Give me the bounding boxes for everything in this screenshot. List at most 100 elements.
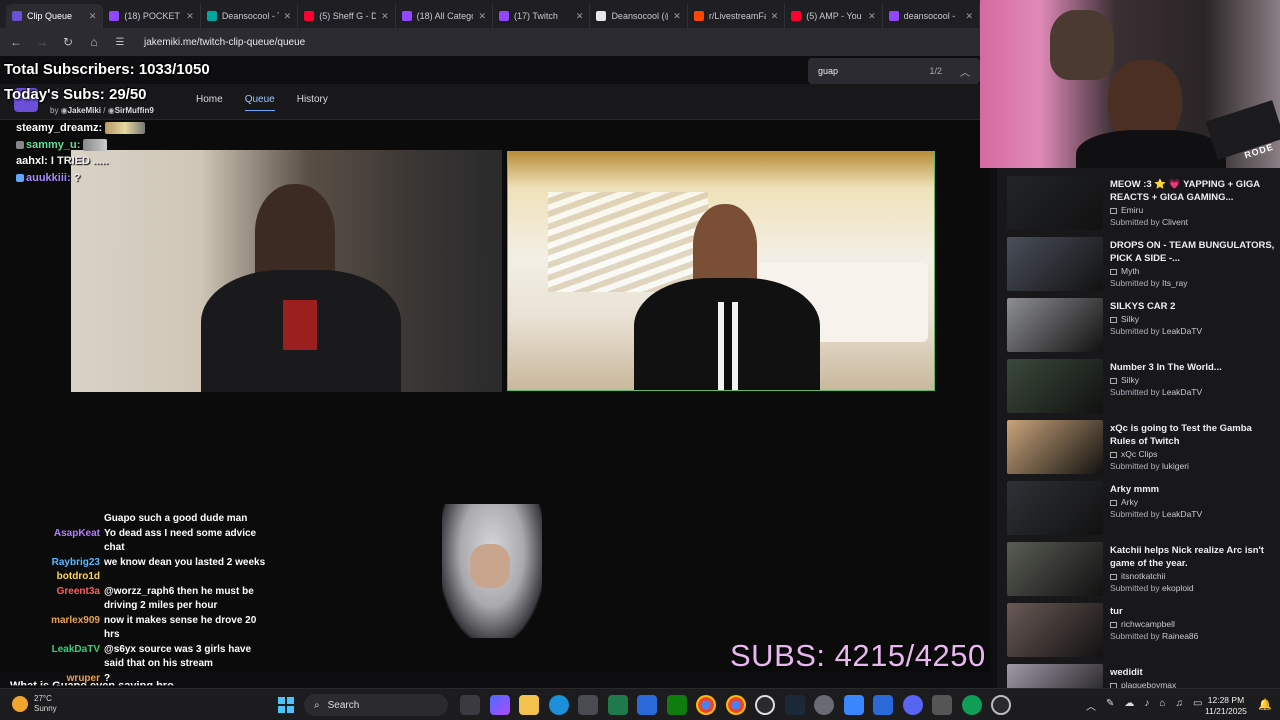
volume-icon[interactable]: ♫ xyxy=(1175,698,1183,713)
back-arrow-icon[interactable]: ← xyxy=(10,35,22,49)
close-icon[interactable]: ✕ xyxy=(673,11,681,22)
close-icon[interactable]: ✕ xyxy=(868,11,876,22)
pen-icon[interactable]: ✎ xyxy=(1106,698,1114,713)
chevron-up-icon[interactable]: ︿ xyxy=(960,64,970,79)
streamer-head xyxy=(255,184,335,284)
close-icon[interactable]: ✕ xyxy=(478,11,486,22)
close-icon[interactable]: ✕ xyxy=(771,11,779,22)
obs-icon[interactable] xyxy=(991,695,1011,715)
channel-icon xyxy=(1110,621,1117,628)
reload-icon[interactable]: ↻ xyxy=(62,35,74,49)
calculator-icon[interactable] xyxy=(932,695,952,715)
clip-thumbnail[interactable] xyxy=(1007,237,1103,291)
forward-arrow-icon[interactable]: → xyxy=(36,35,48,49)
tie xyxy=(718,302,738,390)
chevron-up-icon[interactable]: ︿ xyxy=(1086,698,1096,713)
author-link-2[interactable]: SirMuffin9 xyxy=(115,106,154,115)
close-icon[interactable]: ✕ xyxy=(381,11,389,22)
nav-history[interactable]: History xyxy=(297,94,328,111)
browser-tab[interactable]: r/LivestreamFa ✕ xyxy=(688,4,786,28)
clip-queue-item[interactable]: tur richwcampbell Submitted by Rainea86 xyxy=(1007,599,1277,659)
home-icon[interactable]: ⌂ xyxy=(88,35,100,49)
app-c-icon[interactable] xyxy=(755,695,775,715)
tab-favicon-icon xyxy=(109,11,120,21)
clip-thumbnail[interactable] xyxy=(1007,481,1103,535)
edge-icon[interactable] xyxy=(548,695,569,715)
clip-thumbnail[interactable] xyxy=(1007,176,1103,230)
excel-icon[interactable] xyxy=(607,695,628,715)
browser-tab[interactable]: Deansocool - T ✕ xyxy=(201,4,299,28)
credits-prefix: by xyxy=(50,106,59,115)
browser-tab[interactable]: (18) All Catego ✕ xyxy=(396,4,494,28)
clip-thumbnail[interactable] xyxy=(1007,420,1103,474)
clip-queue-item[interactable]: Katchii helps Nick realize Arc isn't gam… xyxy=(1007,538,1277,598)
chat-username xyxy=(12,512,104,527)
network-icon[interactable]: ⌂ xyxy=(1159,698,1165,713)
file-explorer-icon[interactable] xyxy=(519,695,539,715)
photos-icon[interactable] xyxy=(873,695,893,715)
browser-tab[interactable]: Deansocool (@ ✕ xyxy=(590,4,688,28)
browser-tab[interactable]: (5) AMP - You ✕ xyxy=(785,4,883,28)
clip-thumbnail[interactable] xyxy=(1007,298,1103,352)
nav-queue[interactable]: Queue xyxy=(244,94,275,111)
clip-submitter: Submitted by LeakDaTV xyxy=(1110,326,1202,336)
clip-queue-item[interactable]: Arky mmm Arky Submitted by LeakDaTV xyxy=(1007,477,1277,537)
find-input[interactable]: guap xyxy=(818,66,838,76)
copilot-icon[interactable] xyxy=(489,695,510,715)
clip-video-left[interactable] xyxy=(71,150,502,392)
browser-tab[interactable]: deansocool - ✕ xyxy=(883,4,981,28)
taskbar-search[interactable]: ⌕ Search xyxy=(304,694,448,716)
clip-thumbnail[interactable] xyxy=(1007,542,1103,596)
chrome-icon[interactable] xyxy=(696,695,716,715)
chat-username: steamy_dreamz: xyxy=(16,122,103,134)
xbox-icon[interactable] xyxy=(666,695,687,715)
task-view-icon[interactable] xyxy=(460,695,480,715)
notepad-icon[interactable] xyxy=(843,695,864,715)
chat-line: sammy_u: xyxy=(16,137,145,154)
clip-queue-item[interactable]: MEOW :3 ⭐ 💗 YAPPING + GIGA REACTS + GIGA… xyxy=(1007,172,1277,232)
clip-queue-item[interactable]: Number 3 In The World... Silky Submitted … xyxy=(1007,355,1277,415)
browser-tab[interactable]: Clip Queue ✕ xyxy=(6,4,104,28)
store-icon[interactable] xyxy=(578,695,598,715)
discord-icon[interactable] xyxy=(902,695,923,715)
microphone-icon[interactable]: ♪ xyxy=(1144,698,1149,713)
clip-thumbnail[interactable] xyxy=(1007,359,1103,413)
clip-thumbnail[interactable] xyxy=(1007,603,1103,657)
close-icon[interactable]: ✕ xyxy=(576,11,584,22)
url-text[interactable]: jakemiki.me/twitch-clip-queue/queue xyxy=(144,37,305,48)
battery-icon[interactable]: ▭ xyxy=(1193,698,1202,713)
channel-name: Emiru xyxy=(1121,205,1144,215)
clip-video-right[interactable] xyxy=(507,151,935,391)
submitted-prefix: Submitted by xyxy=(1110,278,1160,288)
author-link-1[interactable]: JakeMiki xyxy=(68,106,101,115)
nav-home[interactable]: Home xyxy=(196,94,223,111)
clip-channel: Silky xyxy=(1110,314,1139,324)
close-icon[interactable]: ✕ xyxy=(89,11,97,22)
app-icon[interactable] xyxy=(637,695,657,715)
steam-icon[interactable] xyxy=(784,695,805,715)
tab-favicon-icon xyxy=(596,11,607,21)
channel-name: itsnotkatchii xyxy=(1121,571,1166,581)
site-info-icon[interactable]: ☰ xyxy=(114,37,126,48)
tab-label: Clip Queue xyxy=(27,11,73,21)
search-label: Search xyxy=(327,699,360,711)
settings-icon[interactable] xyxy=(814,695,834,715)
browser-tab[interactable]: (5) Sheff G - D ✕ xyxy=(298,4,396,28)
clock[interactable]: 12:28 PM 11/21/2025 xyxy=(1205,695,1247,717)
globe-icon[interactable] xyxy=(961,695,982,715)
notifications-icon[interactable]: 🔔 xyxy=(1258,698,1272,711)
cloud-icon[interactable]: ☁ xyxy=(1124,698,1134,713)
browser-tab[interactable]: (18) POCKET W ✕ xyxy=(103,4,201,28)
close-icon[interactable]: ✕ xyxy=(186,11,194,22)
chrome-icon-2[interactable] xyxy=(725,695,746,715)
browser-tab[interactable]: (17) Twitch ✕ xyxy=(493,4,591,28)
clip-queue-item[interactable]: DROPS ON - TEAM BUNGULATORS, PICK A SIDE… xyxy=(1007,233,1277,293)
close-icon[interactable]: ✕ xyxy=(284,11,292,22)
hooded-streamer-cam xyxy=(406,504,576,638)
weather-widget[interactable]: 27°C Sunny xyxy=(12,694,57,714)
clip-queue-item[interactable]: xQc is going to Test the Gamba Rules of … xyxy=(1007,416,1277,476)
close-icon[interactable]: ✕ xyxy=(966,11,974,22)
clip-queue-item[interactable]: SILKYS CAR 2 Silky Submitted by LeakDaTV xyxy=(1007,294,1277,354)
submitted-prefix: Submitted by xyxy=(1110,461,1160,471)
windows-start-icon[interactable] xyxy=(278,697,294,713)
